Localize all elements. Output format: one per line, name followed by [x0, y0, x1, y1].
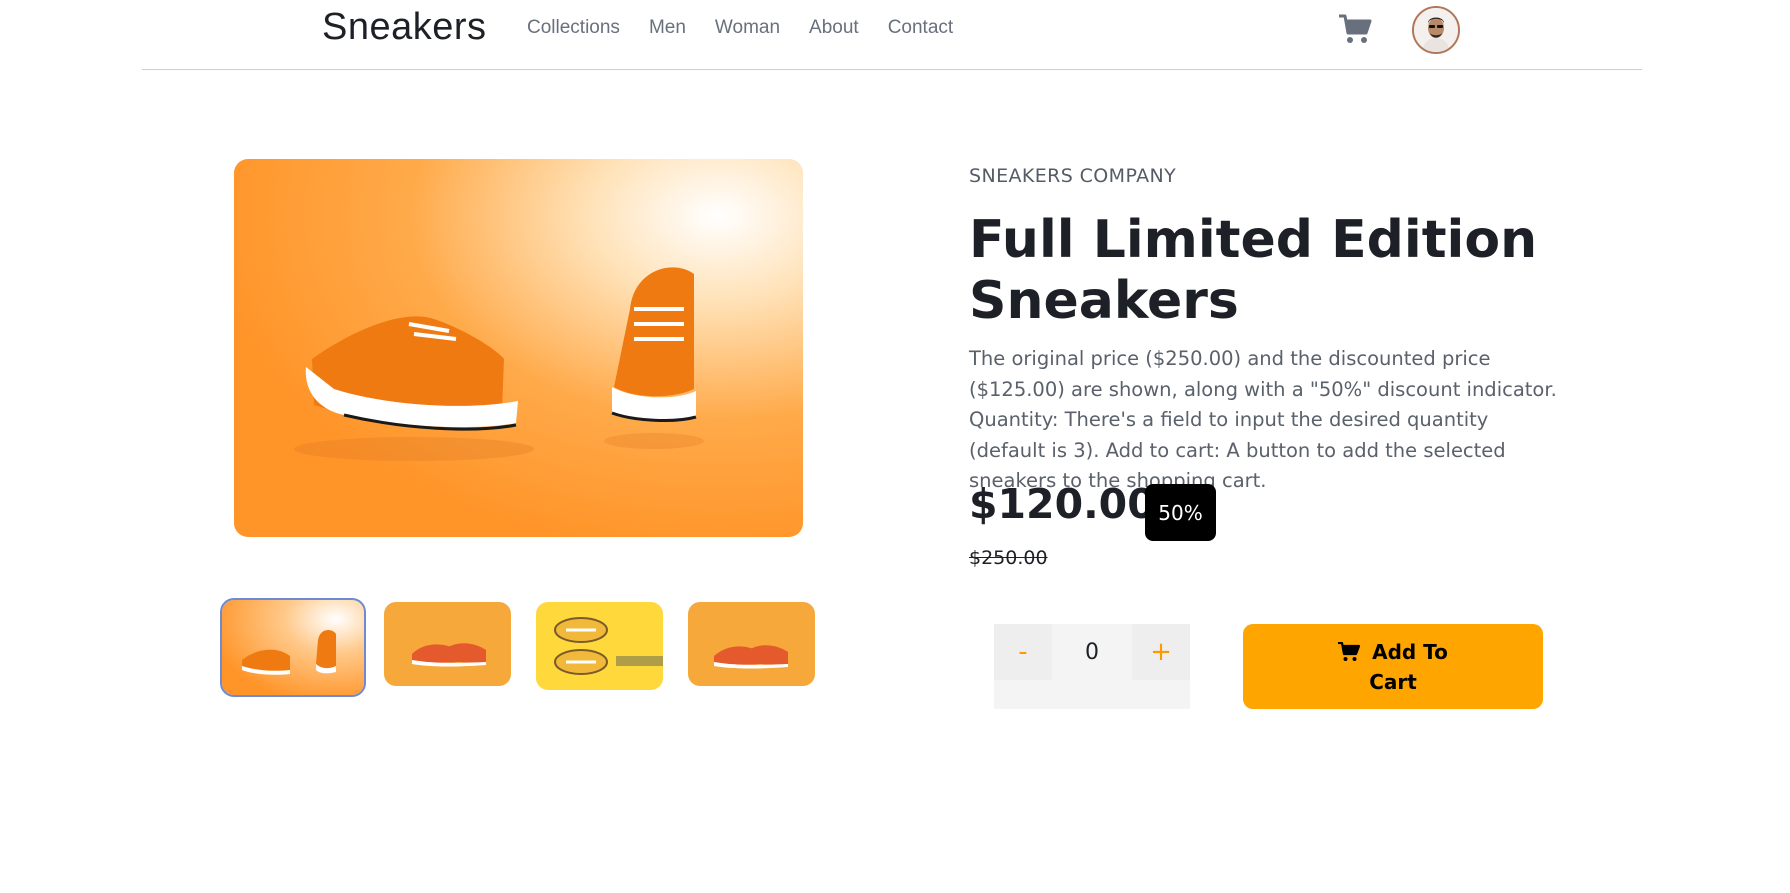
product-description: The original price ($250.00) and the dis… — [969, 347, 1557, 492]
discount-badge: 50% — [1145, 484, 1216, 541]
current-price: $120.00 — [969, 480, 1156, 528]
company-name: SNEAKERS COMPANY — [969, 165, 1177, 187]
thumbnail-1[interactable] — [220, 598, 366, 697]
nav-link-men[interactable]: Men — [649, 17, 686, 39]
nav-link-collections[interactable]: Collections — [527, 17, 620, 39]
cart-icon — [1338, 641, 1361, 667]
site-header: Sneakers Collections Men Woman About Con… — [142, 0, 1642, 70]
original-price: $250.00 — [969, 547, 1048, 569]
user-avatar[interactable] — [1412, 6, 1460, 54]
quantity-stepper: - + — [994, 624, 1190, 709]
product-title: Full Limited Edition Sneakers — [969, 210, 1538, 331]
main-nav: Collections Men Woman About Contact — [527, 17, 982, 39]
quantity-input[interactable] — [1052, 624, 1132, 680]
logo[interactable]: Sneakers — [322, 6, 487, 49]
nav-link-about[interactable]: About — [809, 17, 859, 39]
thumbnail-4[interactable] — [688, 602, 815, 686]
nav-link-woman[interactable]: Woman — [715, 17, 780, 39]
increase-quantity-button[interactable]: + — [1132, 624, 1190, 680]
thumbnail-3[interactable] — [536, 602, 663, 690]
thumbnail-2[interactable] — [384, 602, 511, 686]
product-main-image[interactable] — [234, 159, 803, 537]
add-to-cart-button[interactable]: Add To Cart — [1243, 624, 1543, 709]
nav-link-contact[interactable]: Contact — [888, 17, 953, 39]
cart-icon[interactable] — [1338, 13, 1372, 45]
decrease-quantity-button[interactable]: - — [994, 624, 1052, 680]
add-to-cart-label-line1: Add To — [1372, 640, 1448, 664]
add-to-cart-label-line2: Cart — [1369, 670, 1417, 694]
